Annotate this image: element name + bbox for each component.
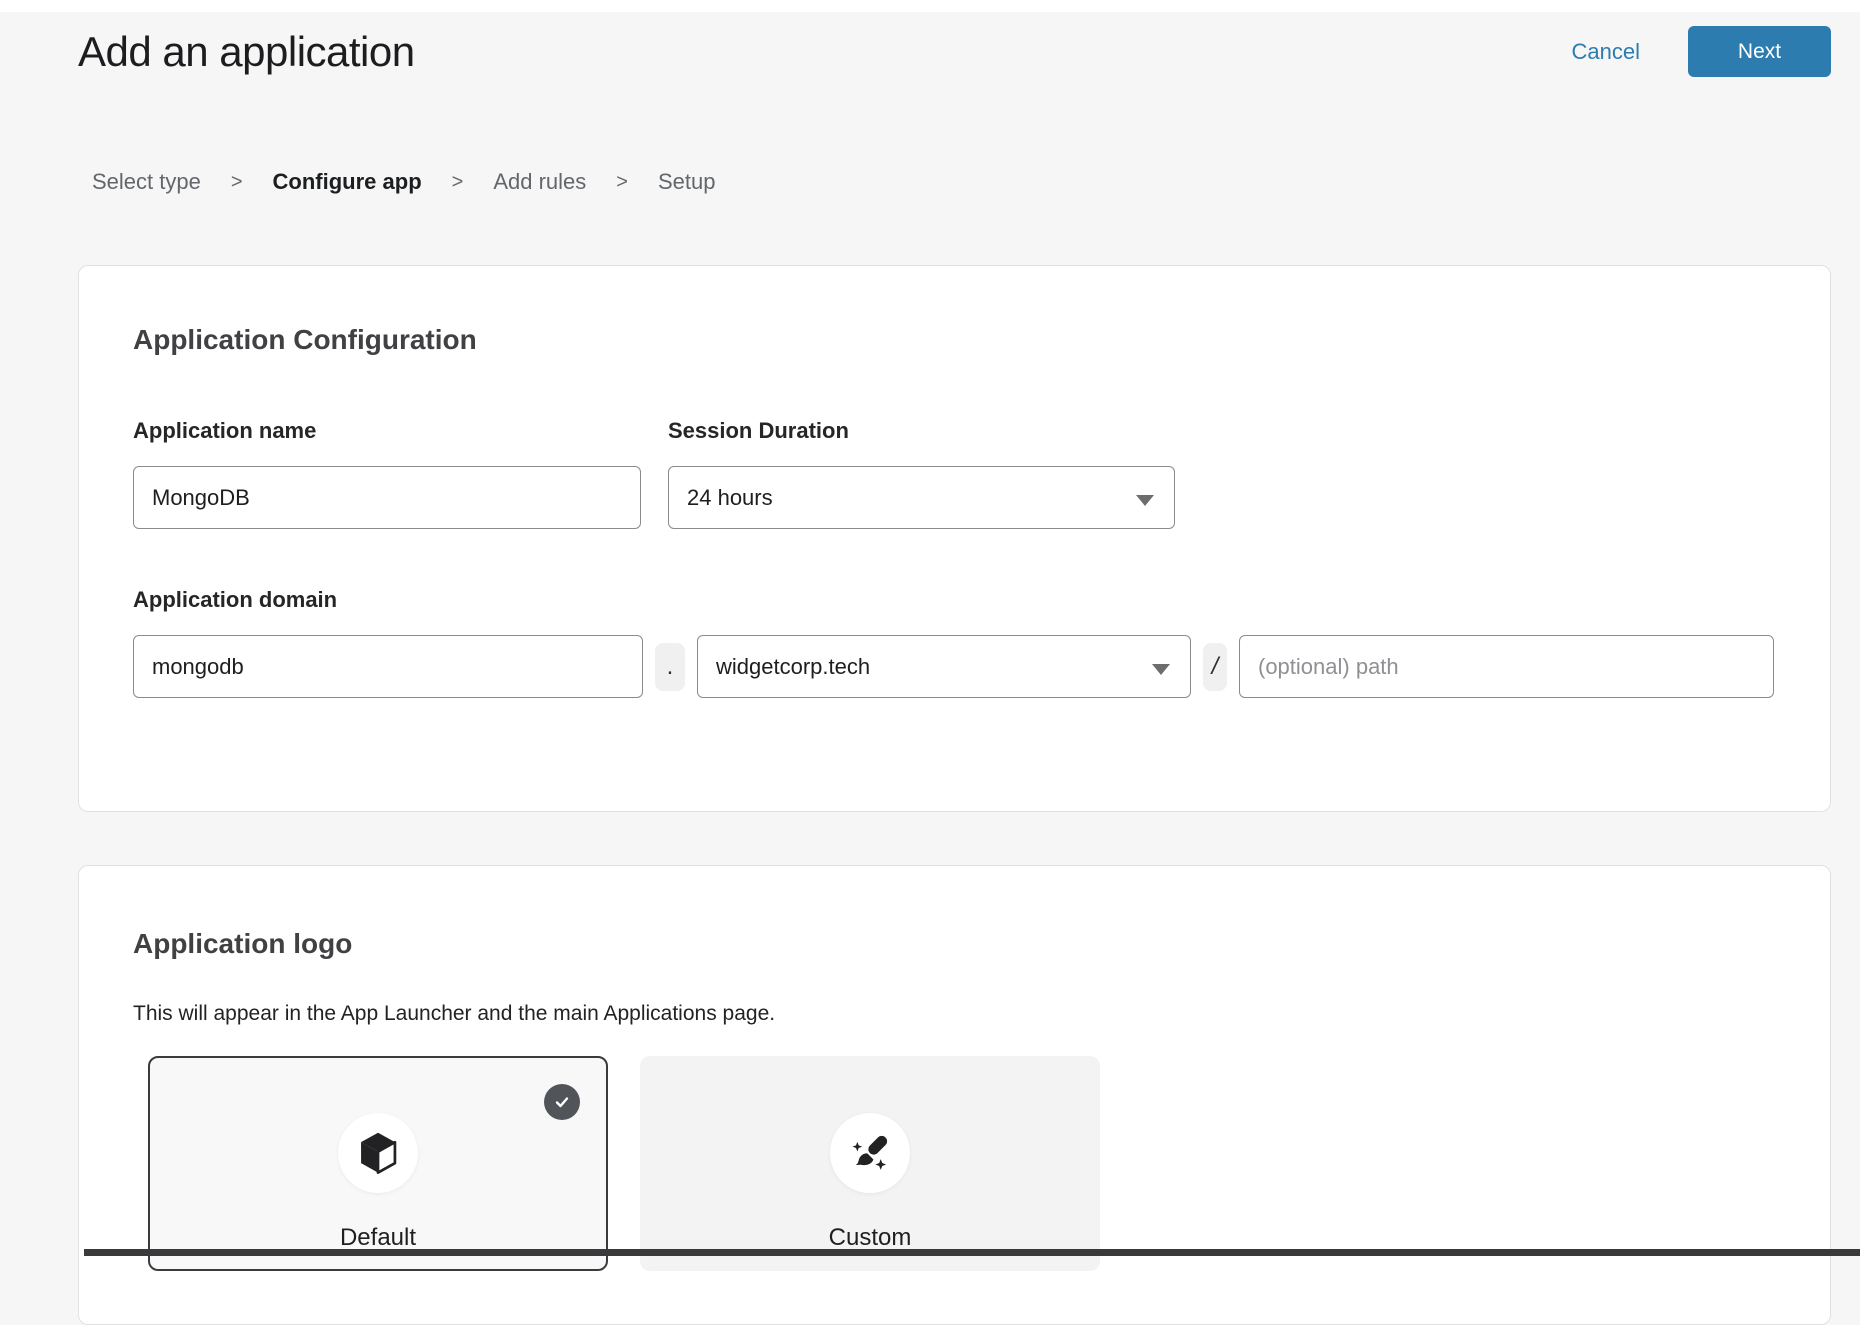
breadcrumb-separator: > <box>452 171 464 194</box>
application-logo-card: Application logo This will appear in the… <box>78 865 1831 1325</box>
application-configuration-heading: Application Configuration <box>133 324 1774 356</box>
logo-option-label: Custom <box>642 1224 1098 1252</box>
breadcrumb-separator: > <box>616 171 628 194</box>
cube-icon <box>357 1131 399 1175</box>
chevron-down-icon <box>1152 664 1170 675</box>
name-duration-row: Application name Session Duration 24 hou… <box>133 418 1774 529</box>
application-logo-heading: Application logo <box>133 928 1774 960</box>
application-domain-row: . widgetcorp.tech / <box>133 635 1774 698</box>
check-icon <box>552 1092 572 1112</box>
slash-separator: / <box>1203 643 1227 691</box>
chevron-down-icon <box>1136 495 1154 506</box>
header-actions: Cancel Next <box>1572 26 1831 77</box>
next-button[interactable]: Next <box>1688 26 1831 77</box>
default-logo-circle <box>338 1113 418 1193</box>
page-header: Add an application Cancel Next <box>78 26 1831 77</box>
breadcrumb-step-add-rules[interactable]: Add rules <box>493 169 586 195</box>
dot-separator: . <box>655 643 685 691</box>
logo-option-custom[interactable]: Custom <box>640 1056 1100 1271</box>
custom-logo-circle <box>830 1113 910 1193</box>
screen-bottom-edge <box>84 1249 1860 1256</box>
breadcrumb: Select type > Configure app > Add rules … <box>92 169 1860 195</box>
breadcrumb-step-setup[interactable]: Setup <box>658 169 716 195</box>
breadcrumb-step-select-type[interactable]: Select type <box>92 169 201 195</box>
session-duration-label: Session Duration <box>668 418 1175 444</box>
application-logo-description: This will appear in the App Launcher and… <box>133 1002 1774 1026</box>
logo-option-label: Default <box>150 1224 606 1252</box>
cancel-button[interactable]: Cancel <box>1572 39 1640 65</box>
application-configuration-card: Application Configuration Application na… <box>78 265 1831 812</box>
session-duration-selected-value: 24 hours <box>687 485 773 511</box>
path-input[interactable] <box>1239 635 1774 698</box>
logo-options: Default Custom <box>148 1056 1774 1271</box>
session-duration-select[interactable]: 24 hours <box>668 466 1175 529</box>
application-domain-label: Application domain <box>133 587 1774 613</box>
domain-selected-value: widgetcorp.tech <box>716 654 870 680</box>
application-name-field-group: Application name <box>133 418 641 529</box>
breadcrumb-step-configure-app[interactable]: Configure app <box>273 169 422 195</box>
logo-option-default[interactable]: Default <box>148 1056 608 1271</box>
breadcrumb-separator: > <box>231 171 243 194</box>
paintbrush-icon <box>847 1130 893 1176</box>
domain-select[interactable]: widgetcorp.tech <box>697 635 1191 698</box>
session-duration-field-group: Session Duration 24 hours <box>668 418 1175 529</box>
selected-check-badge <box>544 1084 580 1120</box>
subdomain-input[interactable] <box>133 635 643 698</box>
application-name-label: Application name <box>133 418 641 444</box>
application-name-input[interactable] <box>133 466 641 529</box>
page-title: Add an application <box>78 28 415 76</box>
top-white-strip <box>0 0 1860 12</box>
